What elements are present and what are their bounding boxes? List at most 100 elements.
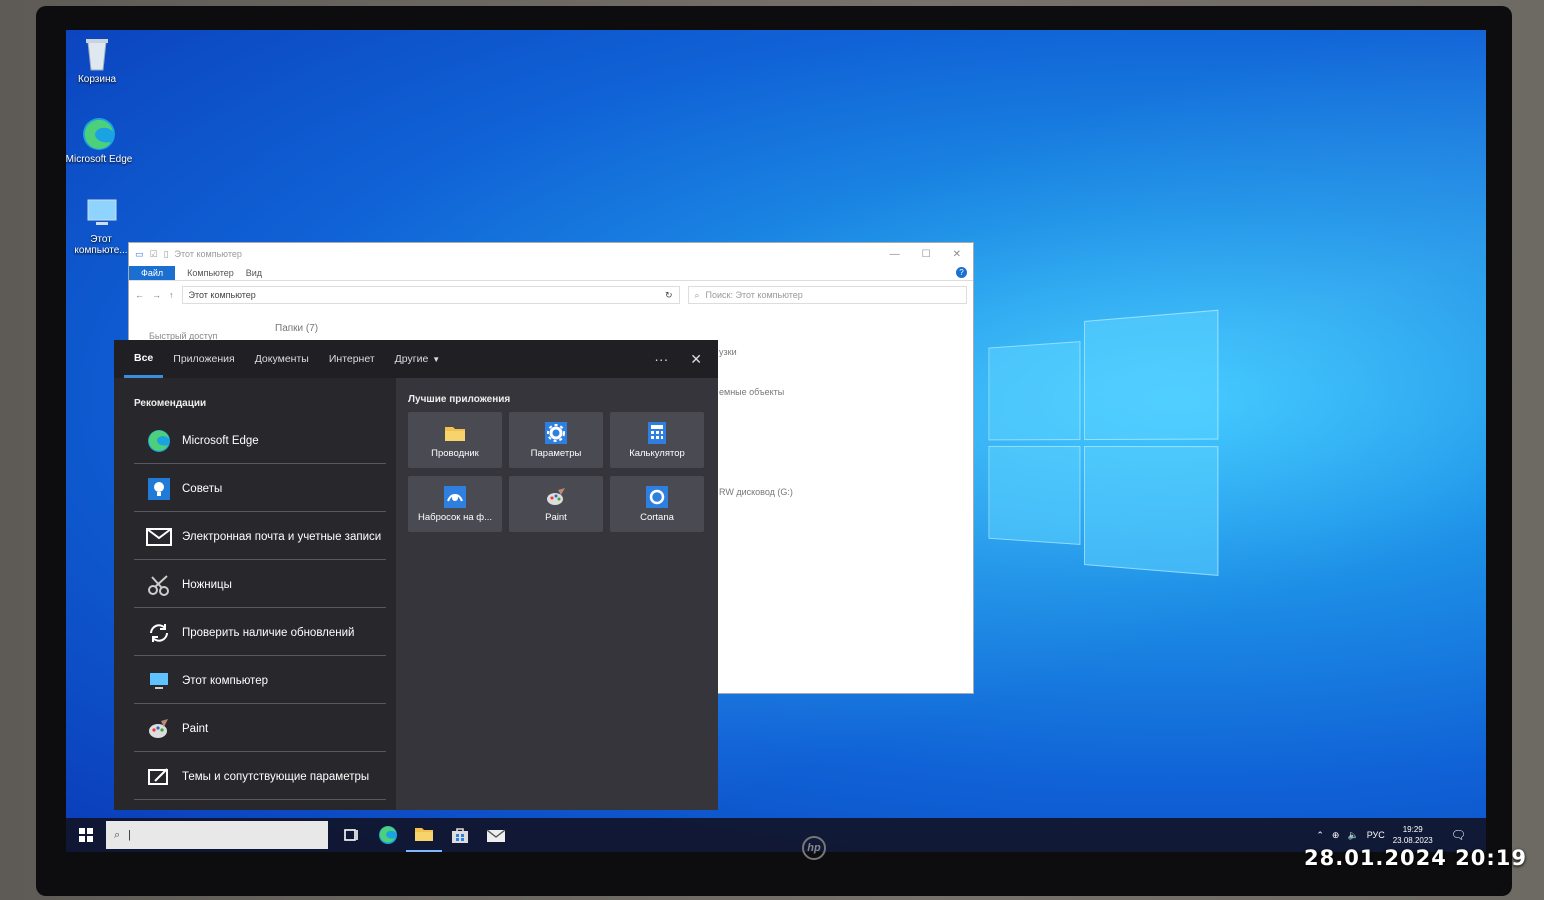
rec-item-label: Электронная почта и учетные записи	[182, 530, 382, 543]
tab-apps[interactable]: Приложения	[163, 340, 244, 378]
tab-other[interactable]: Другие ▼	[385, 340, 451, 378]
forward-arrow-icon[interactable]: →	[152, 290, 161, 300]
ribbon-tab-computer[interactable]: Компьютер	[187, 268, 234, 278]
folders-group-header[interactable]: Папки (7)	[275, 323, 318, 334]
explorer-ribbon: Файл Компьютер Вид ?	[129, 265, 973, 281]
rec-item-tips[interactable]: Советы	[134, 466, 386, 512]
desktop-icon-label: Корзина	[77, 74, 117, 85]
taskbar-clock[interactable]: 19:29 23.08.2023	[1393, 824, 1433, 846]
rec-item-this-pc[interactable]: Этот компьютер	[134, 658, 386, 704]
taskbar-mail[interactable]	[478, 818, 514, 852]
notification-icon[interactable]: 🗨	[1451, 828, 1466, 842]
close-button[interactable]: ✕	[953, 249, 961, 260]
app-tile-cortana[interactable]: Cortana	[610, 476, 704, 532]
app-tile-explorer[interactable]: Проводник	[408, 412, 502, 468]
tab-all[interactable]: Все	[124, 340, 164, 378]
refresh-icon[interactable]: ↻	[665, 290, 679, 301]
scissors-icon	[146, 572, 172, 598]
ribbon-tab-file[interactable]: Файл	[129, 265, 176, 280]
volume-icon[interactable]: 🔈	[1347, 830, 1358, 841]
taskbar-explorer[interactable]	[406, 818, 442, 852]
explorer-search-placeholder: Поиск: Этот компьютер	[705, 290, 803, 300]
tab-documents[interactable]: Документы	[245, 340, 319, 378]
ribbon-tab-view[interactable]: Вид	[246, 268, 262, 278]
edge-icon	[80, 116, 118, 152]
help-icon[interactable]: ?	[956, 267, 967, 278]
address-bar-text: Этот компьютер	[188, 290, 256, 300]
maximize-button[interactable]: ☐	[922, 249, 931, 260]
start-button[interactable]	[66, 818, 106, 852]
windows-logo-wallpaper	[988, 309, 1221, 580]
top-apps-header: Лучшие приложения	[408, 394, 511, 405]
themes-icon	[146, 764, 172, 790]
folder-icon	[443, 422, 467, 444]
desktop-icon-label: Microsoft Edge	[66, 154, 133, 165]
explorer-address-row: ← → ↑ Этот компьютер ↻ ⌕ Поиск: Этот ком…	[129, 281, 973, 309]
app-tile-settings[interactable]: Параметры	[509, 412, 603, 468]
taskbar-edge[interactable]	[370, 818, 406, 852]
gear-icon	[544, 421, 568, 444]
rec-item-label: Темы и сопутствующие параметры	[182, 770, 370, 783]
network-icon[interactable]: ⊕	[1332, 830, 1340, 841]
search-icon: ⌕	[114, 828, 121, 841]
app-tile-snip-sketch[interactable]: Набросок на ф...	[408, 476, 502, 532]
explorer-item-partial[interactable]: емные объекты	[719, 387, 784, 397]
minimize-button[interactable]: —	[890, 249, 900, 260]
tab-internet[interactable]: Интернет	[319, 340, 385, 378]
desktop-screen: Корзина Microsoft Edge Этот компьюте... …	[66, 30, 1486, 852]
desktop-icon-this-pc[interactable]: Этот компьюте...	[66, 196, 136, 256]
rec-item-label: Этот компьютер	[182, 674, 268, 687]
mail-icon	[486, 829, 506, 842]
rec-item-paint[interactable]: Paint	[134, 706, 386, 752]
address-bar[interactable]: Этот компьютер ↻	[181, 286, 680, 304]
rec-item-mail-accounts[interactable]: Электронная почта и учетные записи	[134, 514, 386, 560]
explorer-item-partial[interactable]: RW дисковод (G:)	[719, 487, 793, 497]
recommendations-header: Рекомендации	[134, 398, 207, 409]
up-arrow-icon[interactable]: ↑	[169, 290, 174, 300]
back-arrow-icon[interactable]: ←	[135, 290, 144, 300]
desktop-icon-recycle-bin[interactable]: Корзина	[66, 36, 132, 85]
clock-date: 23.08.2023	[1392, 836, 1433, 845]
close-panel-button[interactable]: ✕	[690, 351, 702, 368]
edge-icon	[379, 826, 397, 844]
rec-item-label: Ножницы	[182, 578, 232, 591]
explorer-search-input[interactable]: ⌕ Поиск: Этот компьютер	[687, 286, 967, 304]
tips-icon	[146, 476, 172, 502]
chevron-down-icon: ▼	[432, 354, 441, 364]
mail-icon	[146, 524, 172, 550]
app-tile-label: Проводник	[431, 447, 479, 459]
search-panel: Все Приложения Документы Интернет Другие…	[114, 340, 718, 810]
snip-sketch-icon	[443, 485, 467, 508]
clock-time: 19:29	[1402, 825, 1423, 834]
taskbar-store[interactable]	[442, 818, 478, 852]
app-tile-label: Paint	[545, 511, 567, 523]
top-apps-column: Лучшие приложения Проводник Параметры Ка…	[396, 378, 718, 810]
rec-item-label: Проверить наличие обновлений	[182, 626, 355, 639]
calculator-icon	[645, 421, 669, 444]
explorer-titlebar[interactable]: ▭ ☑ ▯ Этот компьютер — ☐ ✕	[129, 243, 973, 265]
chevron-up-icon[interactable]: ⌃	[1316, 830, 1324, 841]
windows-start-icon	[79, 828, 93, 842]
taskbar-search-box[interactable]: ⌕ |	[106, 821, 328, 849]
text-cursor: |	[128, 829, 132, 841]
app-tile-paint[interactable]: Paint	[509, 476, 603, 532]
search-icon: ⌕	[694, 289, 700, 300]
this-pc-icon	[146, 668, 172, 694]
photo-timestamp: 28.01.2024 20:19	[1304, 846, 1528, 870]
app-tile-label: Калькулятор	[629, 447, 685, 459]
app-tile-label: Параметры	[530, 447, 582, 459]
rec-item-themes[interactable]: Темы и сопутствующие параметры	[134, 754, 386, 800]
task-view-button[interactable]	[334, 818, 370, 852]
desktop-icon-edge[interactable]: Microsoft Edge	[66, 116, 134, 165]
rec-item-check-updates[interactable]: Проверить наличие обновлений	[134, 610, 386, 656]
edge-icon	[146, 428, 172, 454]
recycle-bin-icon	[78, 36, 116, 72]
language-indicator[interactable]: РУС	[1367, 830, 1385, 840]
rec-item-scissors[interactable]: Ножницы	[134, 562, 386, 608]
task-view-icon	[344, 829, 358, 841]
more-options-button[interactable]: ···	[654, 351, 668, 368]
app-tile-calculator[interactable]: Калькулятор	[610, 412, 704, 468]
rec-item-edge[interactable]: Microsoft Edge	[134, 418, 386, 464]
explorer-item-partial[interactable]: узки	[719, 347, 737, 357]
folder-icon: ▯	[163, 248, 169, 259]
